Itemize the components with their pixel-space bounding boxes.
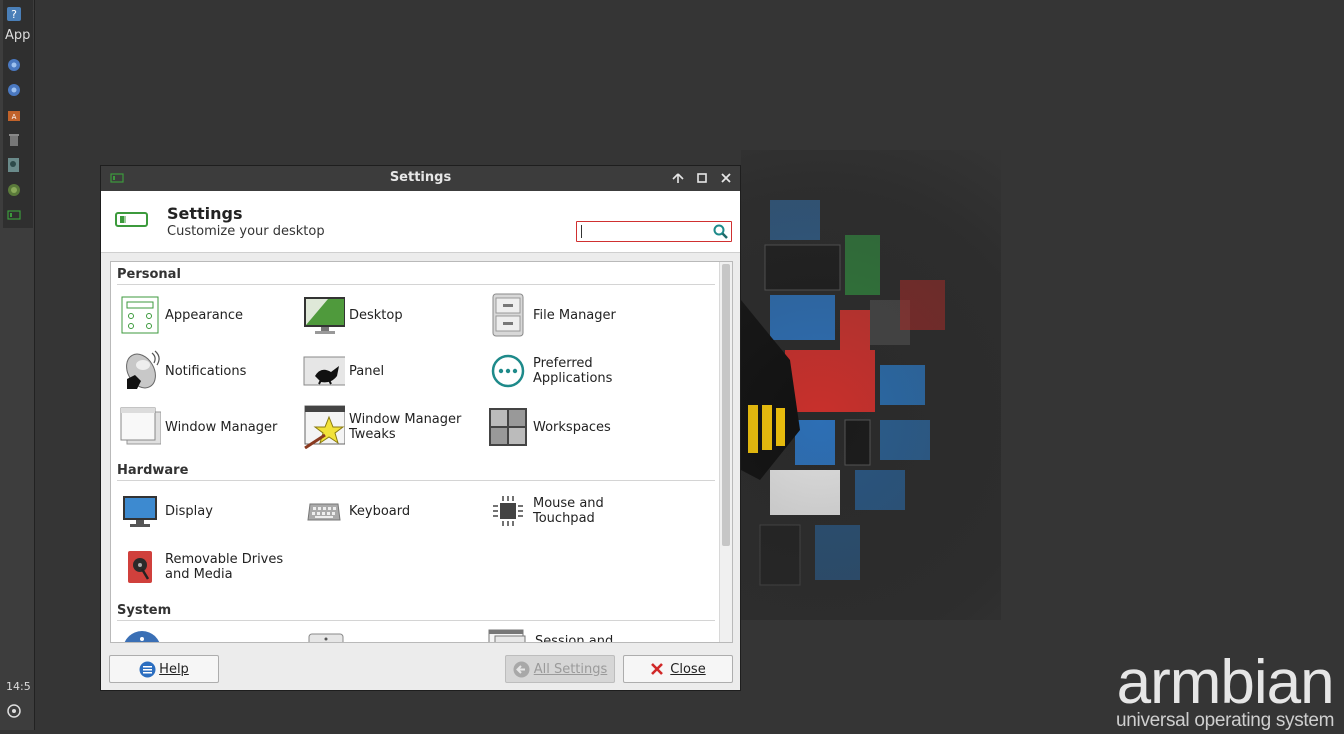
appearance-icon: [119, 294, 161, 336]
window-title: Settings: [389, 170, 452, 185]
mouse-icon: [487, 490, 529, 532]
trash-icon[interactable]: [6, 132, 22, 148]
label-line-1: Preferred: [533, 356, 593, 371]
item-panel[interactable]: Panel: [303, 348, 483, 394]
item-appearance[interactable]: Appearance: [119, 292, 299, 338]
workspaces-icon: [487, 406, 529, 448]
settings-window: Settings Settings Customize your desktop…: [100, 165, 741, 691]
item-label: Notifications: [165, 363, 247, 379]
item-removable-drives[interactable]: Removable Drives and Media: [119, 544, 299, 590]
all-settings-button[interactable]: All Settings: [505, 655, 615, 683]
browser-icon[interactable]: [6, 57, 22, 73]
section-divider: [117, 480, 715, 481]
settings-app-icon: [115, 211, 149, 233]
help-label: Help: [159, 661, 189, 677]
network-icon[interactable]: [6, 182, 22, 198]
panel-icon: [303, 350, 345, 392]
header-title: Settings: [167, 204, 243, 223]
label-line-2: Applications: [533, 371, 613, 386]
keyboard-icon: [303, 490, 345, 532]
label-line-1: Mouse and: [533, 496, 604, 511]
item-label: Workspaces: [533, 419, 611, 435]
notifications-icon: [119, 350, 161, 392]
back-arrow-icon: [513, 661, 530, 678]
power-icon[interactable]: [6, 703, 22, 719]
software-center-icon[interactable]: A: [6, 107, 22, 123]
section-system-title: System: [117, 603, 172, 618]
section-divider: [117, 284, 715, 285]
shade-window-icon[interactable]: [670, 170, 686, 186]
item-label: Preferred Applications: [533, 356, 612, 386]
item-keyboard[interactable]: Keyboard: [303, 488, 483, 534]
item-window-manager[interactable]: Window Manager: [119, 404, 299, 450]
close-icon: [650, 662, 664, 676]
browser-icon[interactable]: [6, 82, 22, 98]
session-icon[interactable]: [487, 628, 527, 642]
armbian-logo: armbian universal operating system: [1116, 648, 1335, 731]
close-button[interactable]: Close: [623, 655, 733, 683]
wm-tweaks-icon: [303, 405, 345, 449]
removable-drives-icon: [119, 546, 161, 588]
svg-text:A: A: [12, 113, 17, 121]
label-line-2: Tweaks: [349, 427, 396, 442]
window-titlebar[interactable]: Settings: [101, 166, 740, 191]
brand-name: armbian: [1116, 648, 1335, 717]
item-workspaces[interactable]: Workspaces: [487, 404, 667, 450]
item-desktop[interactable]: Desktop: [303, 292, 483, 338]
file-manager-icon: [487, 293, 529, 337]
search-input[interactable]: [576, 221, 732, 242]
item-label: Desktop: [349, 307, 403, 323]
item-label: Window Manager Tweaks: [349, 412, 461, 442]
item-label: Mouse and Touchpad: [533, 496, 604, 526]
item-window-manager-tweaks[interactable]: Window Manager Tweaks: [303, 404, 483, 450]
settings-header: Settings Customize your desktop: [101, 191, 740, 253]
close-window-icon[interactable]: [718, 170, 734, 186]
scrollbar-thumb[interactable]: [722, 264, 730, 546]
label-line-2: Touchpad: [533, 511, 595, 526]
header-subtitle: Customize your desktop: [167, 224, 325, 239]
panel-clock[interactable]: 14:5: [6, 680, 31, 693]
label-line-1: Window Manager: [349, 412, 462, 427]
label-line-2: and Media: [165, 567, 233, 582]
text-caret: [581, 225, 582, 238]
section-personal-title: Personal: [117, 267, 181, 282]
display-icon: [119, 490, 161, 532]
section-divider: [117, 620, 715, 621]
panel-app-label[interactable]: App: [5, 28, 30, 43]
svg-text:?: ?: [11, 8, 17, 21]
item-preferred-applications[interactable]: Preferred Applications: [487, 348, 667, 394]
close-label: Close: [670, 661, 706, 677]
section-hardware-title: Hardware: [117, 463, 189, 478]
window-manager-icon: [119, 406, 161, 448]
item-mouse-and-touchpad[interactable]: Mouse and Touchpad: [487, 488, 667, 534]
help-button[interactable]: Help: [109, 655, 219, 683]
left-panel: ? App A 14:5: [0, 0, 35, 730]
settings-content[interactable]: Personal Appearance Desktop File Manager…: [110, 261, 733, 643]
about-icon[interactable]: [121, 630, 161, 642]
item-session-label[interactable]: Session and: [535, 634, 613, 642]
item-label: Appearance: [165, 307, 244, 323]
search-icon[interactable]: [712, 223, 729, 240]
help-icon: [139, 661, 156, 678]
help-icon[interactable]: ?: [6, 6, 22, 22]
item-display[interactable]: Display: [119, 488, 299, 534]
item-notifications[interactable]: Notifications: [119, 348, 299, 394]
brand-tagline: universal operating system: [1116, 710, 1335, 731]
terminal-icon[interactable]: [6, 157, 22, 173]
item-label: Panel: [349, 363, 385, 379]
item-label: Display: [165, 503, 213, 519]
settings-window-icon[interactable]: [6, 207, 22, 223]
item-label: Keyboard: [349, 503, 411, 519]
item-file-manager[interactable]: File Manager: [487, 292, 667, 338]
system-item-icon[interactable]: [307, 632, 347, 642]
preferred-apps-icon: [487, 350, 529, 392]
item-label: File Manager: [533, 307, 616, 323]
all-settings-label: All Settings: [533, 661, 608, 677]
label-line-1: Removable Drives: [165, 552, 284, 567]
desktop-icon: [303, 294, 345, 336]
scrollbar-track[interactable]: [719, 262, 732, 642]
item-label: Removable Drives and Media: [165, 552, 283, 582]
item-label: Window Manager: [165, 419, 278, 435]
maximize-window-icon[interactable]: [694, 170, 710, 186]
